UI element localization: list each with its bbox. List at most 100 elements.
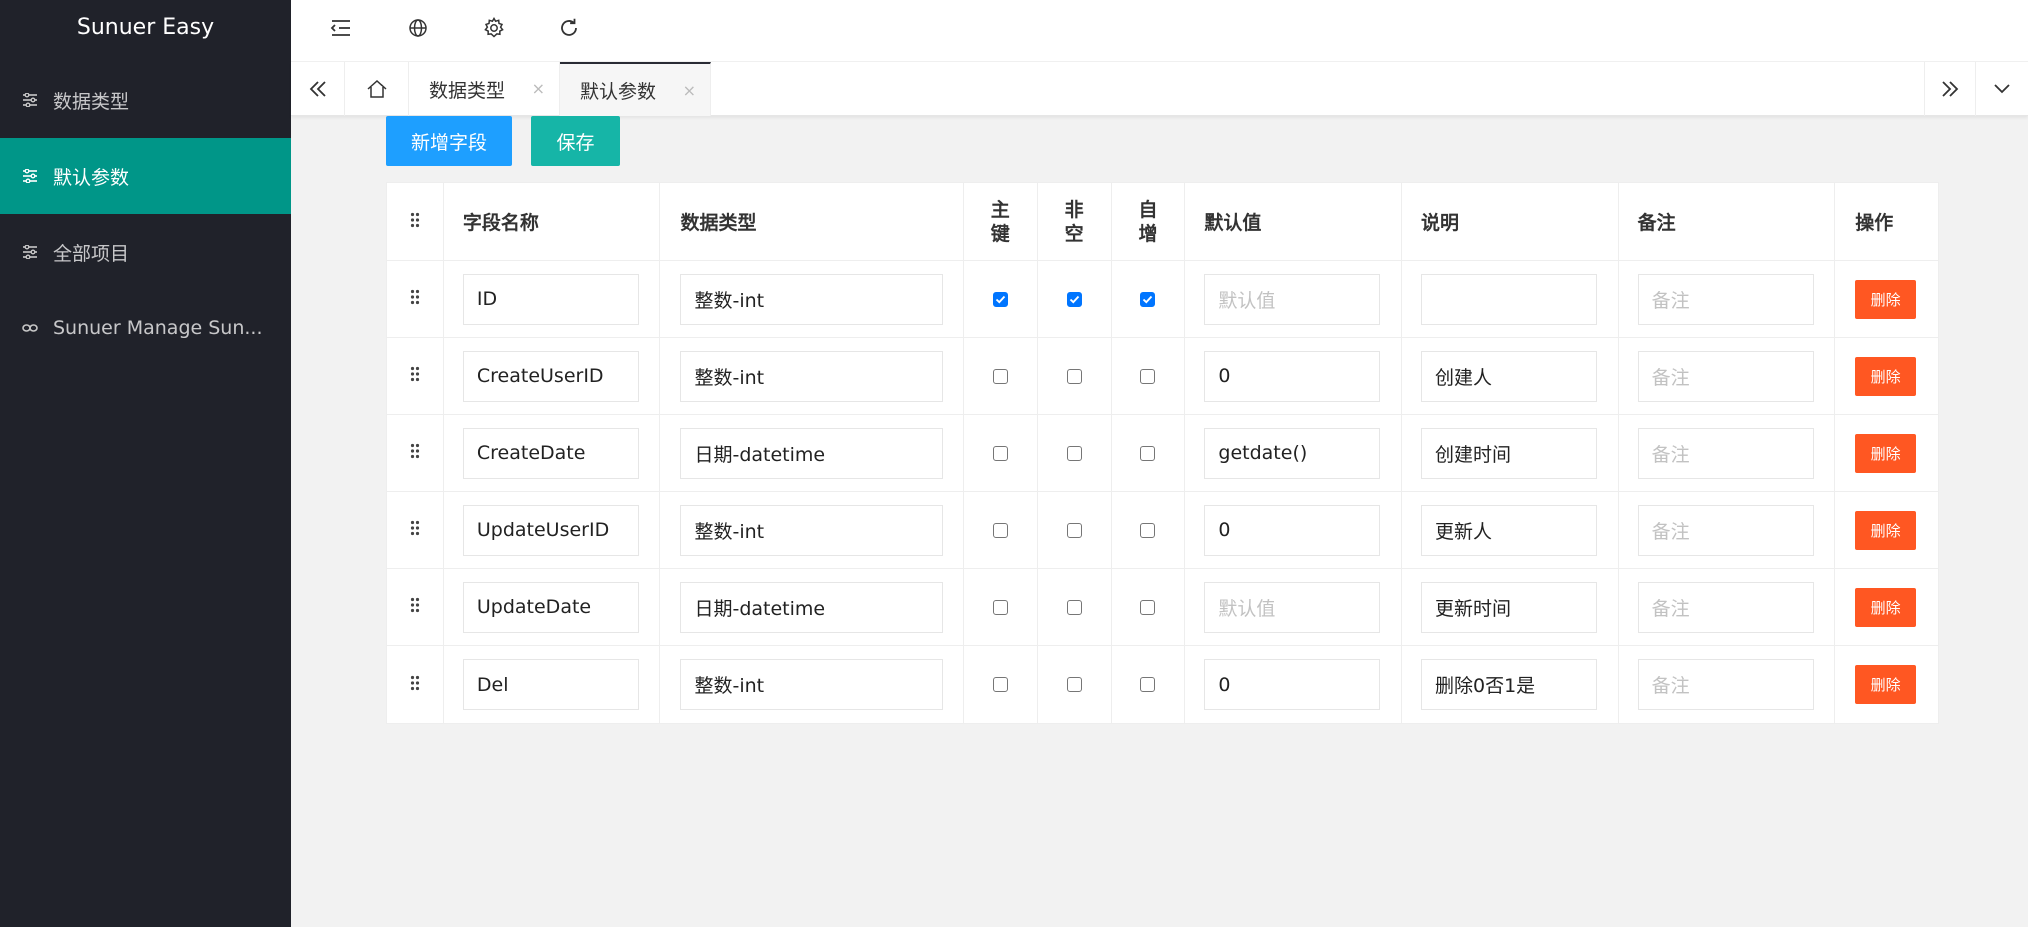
primary-key-checkbox[interactable] [992, 291, 1008, 307]
not-null-checkbox[interactable] [1066, 445, 1082, 461]
not-null-checkbox[interactable] [1066, 368, 1082, 384]
header-char: 空 [1064, 222, 1084, 245]
table-header-row: 字段名称 数据类型 主键 非空 自增 默认值 说明 备注 操作 [387, 183, 1938, 261]
not-null-checkbox[interactable] [1066, 291, 1082, 307]
primary-key-checkbox[interactable] [992, 677, 1008, 692]
remark-input[interactable]: 备注 [1637, 659, 1814, 710]
table-row: UpdateDate 日期-datetime 默认值 更新时间 备注 删除 [387, 569, 1938, 646]
delete-button[interactable]: 删除 [1855, 510, 1917, 550]
delete-button[interactable]: 删除 [1855, 665, 1917, 704]
delete-button[interactable]: 删除 [1855, 433, 1917, 473]
sidebar-item-default-params[interactable]: 默认参数 [0, 138, 291, 214]
drag-handle-icon[interactable] [410, 289, 420, 309]
data-type-select[interactable]: 日期-datetime [680, 427, 944, 479]
auto-increment-checkbox[interactable] [1140, 677, 1156, 692]
auto-increment-checkbox[interactable] [1140, 291, 1156, 307]
primary-key-checkbox[interactable] [992, 599, 1008, 615]
tab-default-params[interactable]: 默认参数 × [560, 62, 711, 116]
field-name-input[interactable]: UpdateDate [462, 581, 639, 633]
drag-handle-icon[interactable] [410, 366, 420, 386]
field-name-input[interactable]: UpdateUserID [462, 504, 639, 556]
sidebar-item-label: Sunuer Manage Sun... [53, 317, 263, 339]
tabs-bar: 数据类型 × 默认参数 × [291, 62, 2028, 116]
not-null-checkbox[interactable] [1066, 677, 1082, 692]
header-char: 非 [1064, 198, 1084, 221]
save-button[interactable]: 保存 [531, 116, 620, 166]
description-input[interactable]: 更新人 [1421, 504, 1597, 556]
chevron-down-icon[interactable] [1976, 62, 2028, 116]
field-name-input[interactable]: ID [462, 273, 639, 325]
column-header-auto-increment: 自增 [1112, 183, 1186, 260]
primary-key-checkbox[interactable] [992, 368, 1008, 384]
drag-handle-icon[interactable] [410, 443, 420, 463]
data-type-select[interactable]: 整数-int [680, 273, 944, 325]
menu-indent-icon[interactable] [311, 0, 371, 56]
default-value-input[interactable]: getdate() [1204, 427, 1381, 479]
description-input[interactable] [1421, 273, 1597, 325]
table-row: ID 整数-int 默认值 备注 删除 [387, 261, 1938, 338]
sliders-icon [22, 92, 38, 108]
tabs-scroll-left-icon[interactable] [291, 62, 345, 116]
remark-input[interactable]: 备注 [1637, 581, 1814, 633]
globe-icon[interactable] [388, 0, 448, 56]
default-value-input[interactable]: 默认值 [1204, 273, 1381, 325]
sidebar-item-sunuer-manage[interactable]: Sunuer Manage Sun... [0, 290, 291, 366]
default-value-input[interactable]: 0 [1204, 504, 1381, 556]
remark-input[interactable]: 备注 [1637, 504, 1814, 556]
auto-increment-checkbox[interactable] [1140, 522, 1156, 538]
gear-icon[interactable] [464, 0, 524, 56]
sidebar-item-data-types[interactable]: 数据类型 [0, 62, 291, 138]
remark-input[interactable]: 备注 [1637, 350, 1814, 402]
sidebar-item-label: 默认参数 [53, 166, 130, 189]
default-value-input[interactable]: 0 [1204, 659, 1381, 710]
auto-increment-checkbox[interactable] [1140, 599, 1156, 615]
primary-key-checkbox[interactable] [992, 445, 1008, 461]
drag-handle-icon[interactable] [410, 675, 420, 695]
add-field-button[interactable]: 新增字段 [386, 116, 512, 166]
header-char: 增 [1138, 222, 1158, 245]
header-char: 主 [990, 198, 1010, 221]
sliders-icon [22, 244, 38, 260]
delete-button[interactable]: 删除 [1855, 356, 1917, 396]
close-icon[interactable]: × [683, 81, 696, 100]
drag-handle-icon [410, 211, 420, 233]
remark-input[interactable]: 备注 [1637, 273, 1814, 325]
data-type-select[interactable]: 整数-int [680, 350, 944, 402]
description-input[interactable]: 更新时间 [1421, 581, 1597, 633]
drag-column-header [387, 183, 444, 260]
not-null-checkbox[interactable] [1066, 522, 1082, 538]
description-input[interactable]: 创建人 [1421, 350, 1597, 402]
link-icon [22, 320, 38, 336]
sidebar: Sunuer Easy 数据类型 默认参数 全部项目 Sunuer Manage… [0, 0, 291, 927]
description-input[interactable]: 创建时间 [1421, 427, 1597, 479]
data-type-select[interactable]: 日期-datetime [680, 581, 944, 633]
auto-increment-checkbox[interactable] [1140, 368, 1156, 384]
delete-button[interactable]: 删除 [1855, 587, 1917, 627]
column-header-remark: 备注 [1619, 183, 1836, 260]
description-input[interactable]: 删除0否1是 [1421, 659, 1597, 710]
auto-increment-checkbox[interactable] [1140, 445, 1156, 461]
refresh-icon[interactable] [539, 0, 599, 56]
not-null-checkbox[interactable] [1066, 599, 1082, 615]
field-name-input[interactable]: Del [462, 659, 639, 710]
field-name-input[interactable]: CreateDate [462, 427, 639, 479]
default-value-input[interactable]: 0 [1204, 350, 1381, 402]
remark-input[interactable]: 备注 [1637, 427, 1814, 479]
delete-button[interactable]: 删除 [1855, 279, 1917, 319]
primary-key-checkbox[interactable] [992, 522, 1008, 538]
data-type-select[interactable]: 整数-int [680, 504, 944, 556]
sidebar-item-label: 数据类型 [53, 90, 130, 113]
sidebar-item-all-projects[interactable]: 全部项目 [0, 214, 291, 290]
header-char: 自 [1138, 198, 1158, 221]
close-icon[interactable]: × [532, 79, 545, 98]
column-header-default: 默认值 [1185, 183, 1402, 260]
drag-handle-icon[interactable] [410, 520, 420, 540]
drag-handle-icon[interactable] [410, 597, 420, 617]
column-header-primary-key: 主键 [964, 183, 1038, 260]
home-icon[interactable] [345, 62, 409, 116]
tab-data-types[interactable]: 数据类型 × [409, 62, 560, 116]
data-type-select[interactable]: 整数-int [680, 659, 944, 710]
default-value-input[interactable]: 默认值 [1204, 581, 1381, 633]
tabs-scroll-right-icon[interactable] [1924, 62, 1976, 116]
field-name-input[interactable]: CreateUserID [462, 350, 639, 402]
